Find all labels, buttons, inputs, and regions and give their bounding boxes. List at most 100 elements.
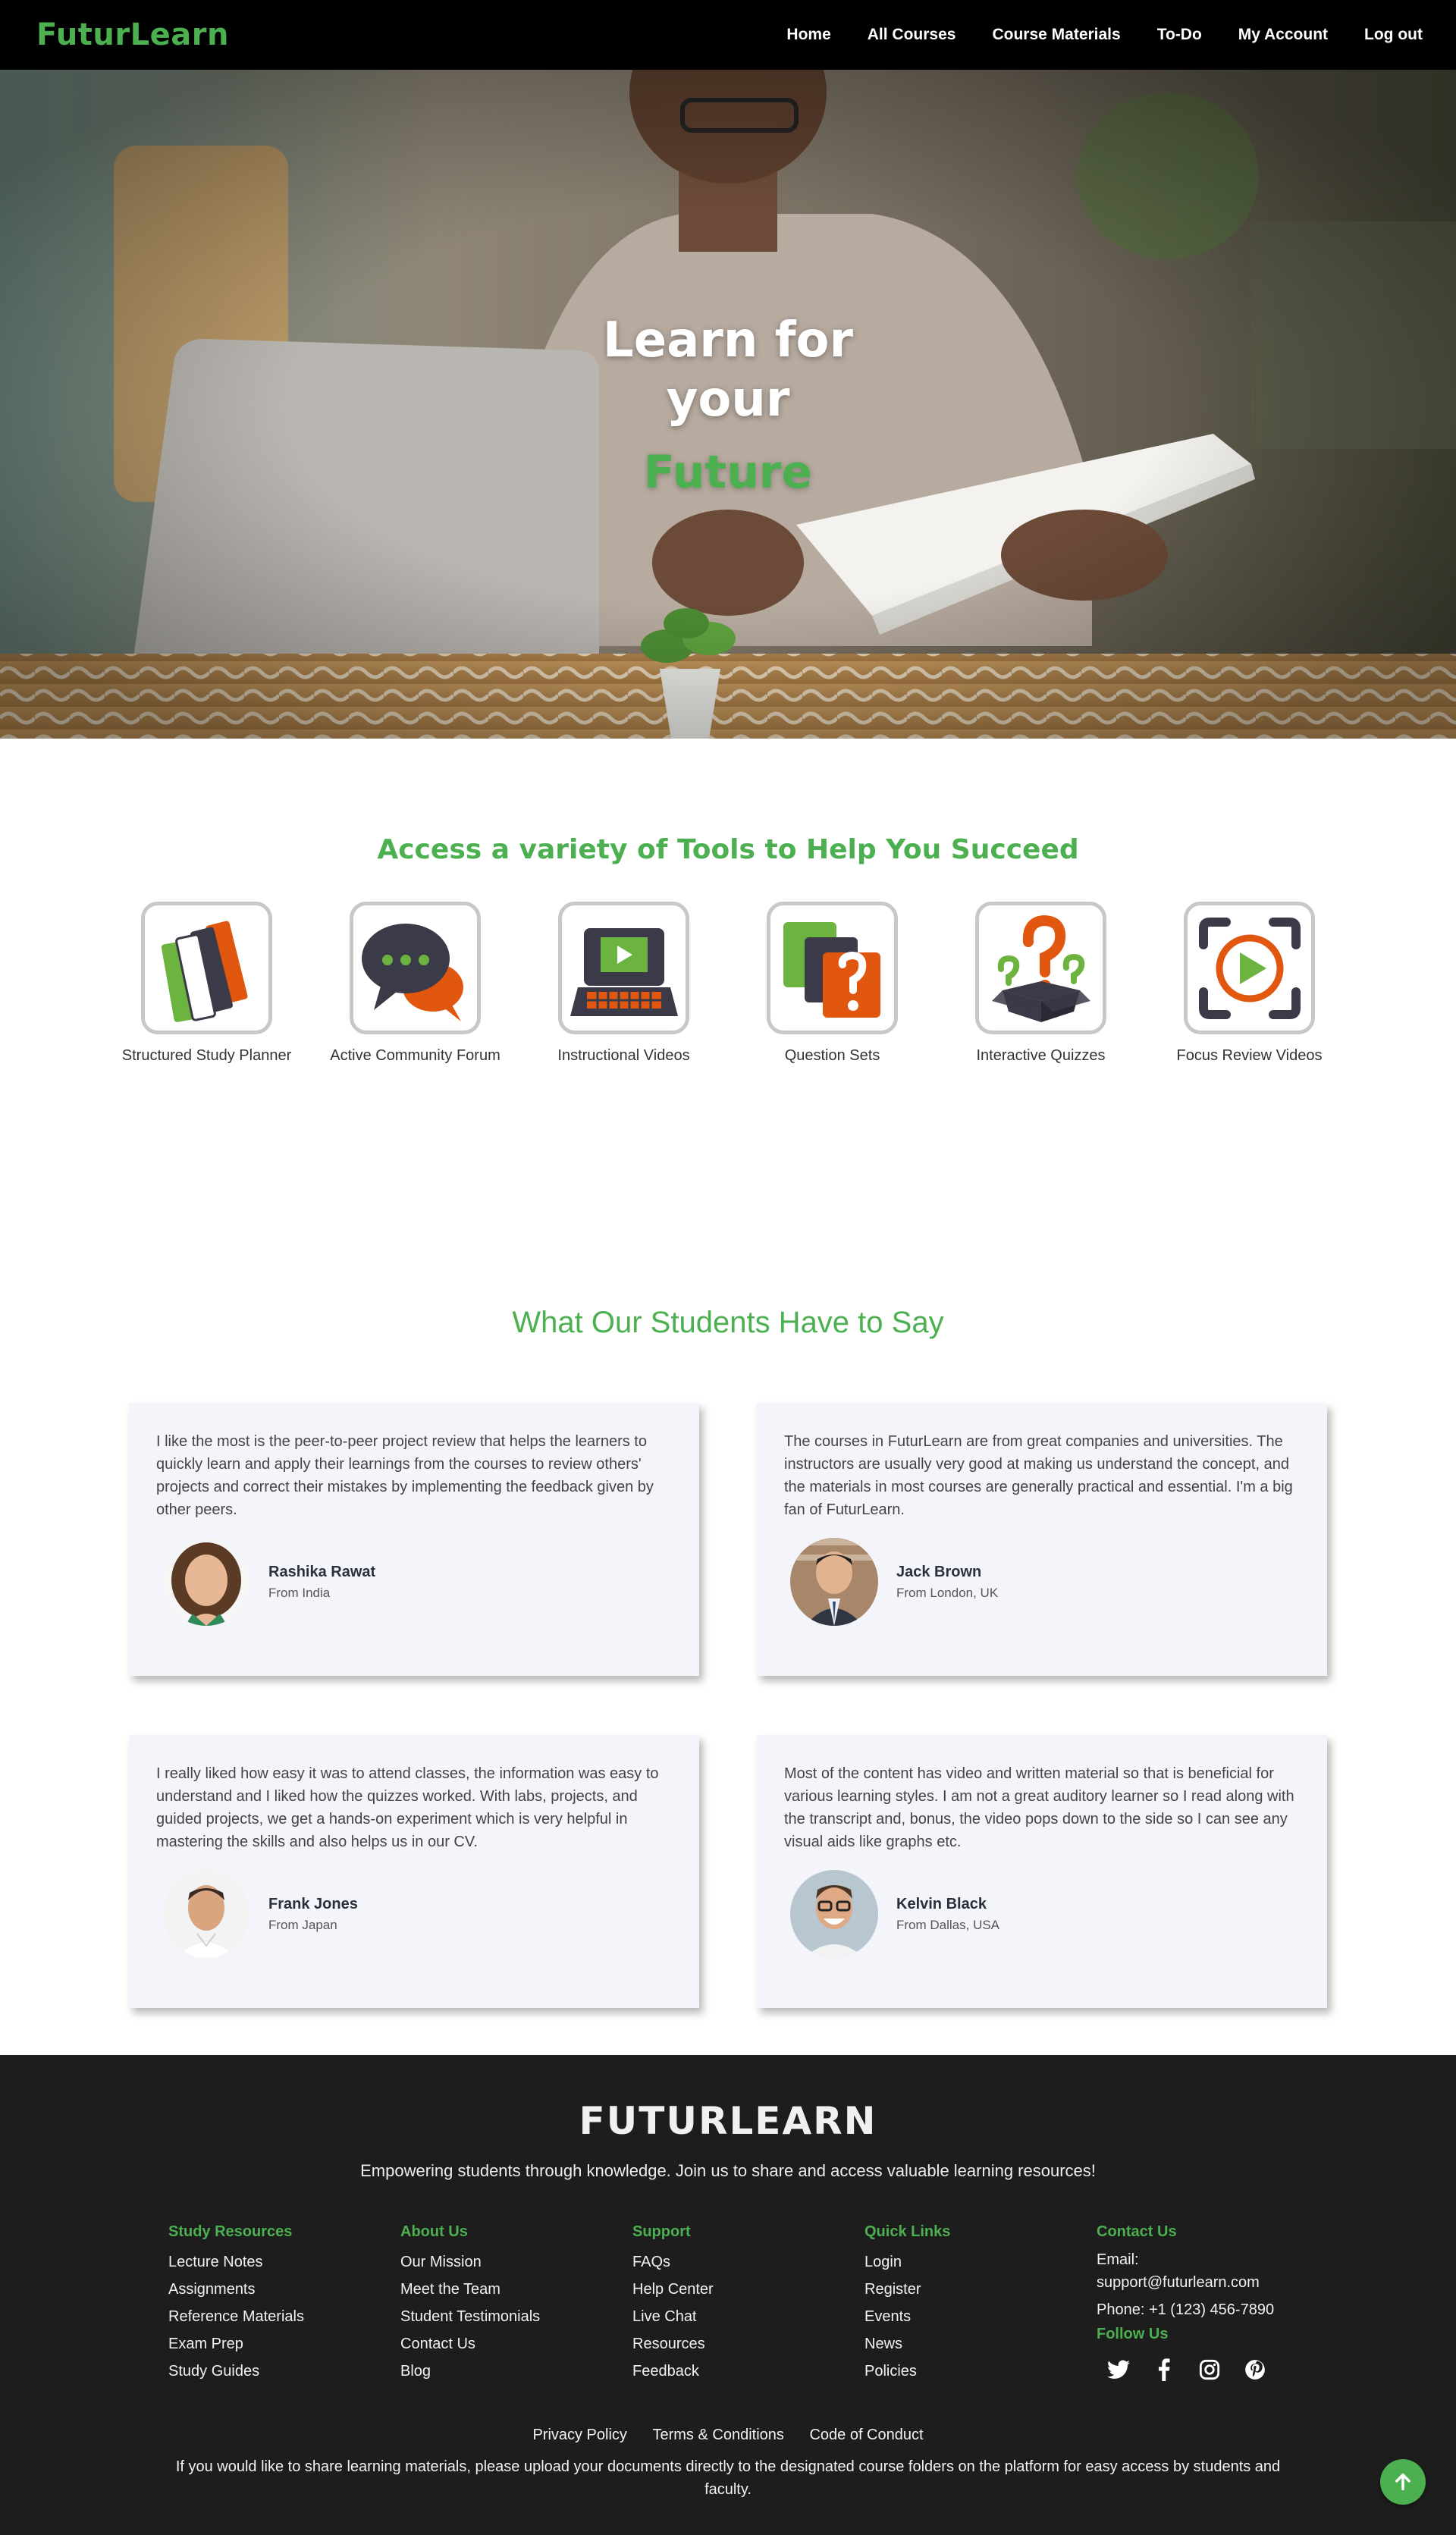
tool-label: Interactive Quizzes	[976, 1047, 1106, 1064]
footer-link[interactable]: Study Guides	[168, 2358, 400, 2385]
footer-link[interactable]: Login	[864, 2248, 1097, 2276]
footer-link[interactable]: Reference Materials	[168, 2303, 400, 2330]
author-name: Rashika Rawat	[268, 1563, 376, 1580]
nav-home[interactable]: Home	[786, 26, 830, 44]
testimonial-quote: I like the most is the peer-to-peer proj…	[156, 1433, 654, 1518]
testimonial-card: I really liked how easy it was to attend…	[129, 1735, 699, 2008]
footer-link[interactable]: Our Mission	[400, 2248, 632, 2276]
footer-column-about-us: About Us Our Mission Meet the Team Stude…	[400, 2223, 632, 2385]
author-info: Frank Jones From Japan	[268, 1896, 358, 1933]
footer-link[interactable]: Feedback	[632, 2358, 864, 2385]
footer-link[interactable]: Resources	[632, 2330, 864, 2358]
footer-link[interactable]: FAQs	[632, 2248, 864, 2276]
author-name: Frank Jones	[268, 1895, 358, 1912]
arrow-up-icon	[1395, 2473, 1410, 2491]
testimonial-card: Most of the content has video and writte…	[757, 1735, 1327, 2008]
avatar	[790, 1870, 878, 1958]
tool-question-sets[interactable]: Question Sets	[767, 902, 898, 1067]
laptop-video-icon	[570, 927, 678, 1016]
tool-interactive-quizzes[interactable]: Interactive Quizzes	[975, 902, 1106, 1067]
tool-label: Focus Review Videos	[1176, 1047, 1323, 1064]
testimonial-quote: The courses in FuturLearn are from great…	[784, 1433, 1293, 1518]
footer-link[interactable]: Blog	[400, 2358, 632, 2385]
author-name: Kelvin Black	[896, 1895, 987, 1912]
footer-columns: Study Resources Lecture Notes Assignment…	[168, 2223, 1329, 2385]
tool-icon-frame	[975, 902, 1106, 1034]
terms-conditions-link[interactable]: Terms & Conditions	[652, 2427, 783, 2443]
footer-link[interactable]: Events	[864, 2303, 1097, 2330]
back-to-top-button[interactable]	[1380, 2459, 1426, 2505]
author-info: Kelvin Black From Dallas, USA	[896, 1896, 999, 1933]
footer-column-study-resources: Study Resources Lecture Notes Assignment…	[168, 2223, 400, 2385]
tool-instructional-videos[interactable]: Instructional Videos	[557, 902, 690, 1067]
code-of-conduct-link[interactable]: Code of Conduct	[809, 2427, 923, 2443]
tool-label: Question Sets	[784, 1047, 880, 1064]
testimonial-quote: I really liked how easy it was to attend…	[156, 1765, 659, 1850]
footer-link[interactable]: Lecture Notes	[168, 2248, 400, 2276]
footer-link[interactable]: Assignments	[168, 2276, 400, 2303]
hero-banner: Learn for your Future	[0, 70, 1456, 739]
testimonial-author: Frank Jones From Japan	[162, 1870, 672, 1958]
author-location: From London, UK	[896, 1585, 999, 1600]
nav-links: Home All Courses Course Materials To-Do …	[786, 26, 1423, 44]
footer-column-title: Contact Us	[1097, 2223, 1177, 2240]
footer-tagline: Empowering students through knowledge. J…	[360, 2161, 1096, 2180]
footer-link[interactable]: Help Center	[632, 2276, 864, 2303]
footer-link[interactable]: Register	[864, 2276, 1097, 2303]
author-info: Jack Brown From London, UK	[896, 1564, 998, 1601]
follow-us-title: Follow Us	[1097, 2326, 1169, 2342]
tool-icon-frame	[141, 902, 272, 1034]
footer-link[interactable]: Live Chat	[632, 2303, 864, 2330]
instagram-icon[interactable]	[1197, 2357, 1222, 2383]
testimonials-title: What Our Students Have to Say	[512, 1306, 944, 1339]
tool-icon-frame	[1184, 902, 1315, 1034]
footer-link[interactable]: News	[864, 2330, 1097, 2358]
testimonial-author: Kelvin Black From Dallas, USA	[790, 1870, 1300, 1958]
hero-line-2: your	[666, 372, 790, 428]
footer-link[interactable]: Policies	[864, 2358, 1097, 2385]
question-box-icon	[991, 915, 1090, 1022]
tool-focus-review-videos[interactable]: Focus Review Videos	[1177, 902, 1322, 1067]
footer-column-title: Study Resources	[168, 2223, 293, 2240]
pinterest-icon[interactable]	[1242, 2357, 1268, 2383]
tool-label: Structured Study Planner	[121, 1047, 292, 1064]
books-icon	[161, 921, 247, 1022]
contact-phone: Phone: +1 (123) 456-7890	[1097, 2301, 1275, 2318]
nav-log-out[interactable]: Log out	[1364, 26, 1423, 44]
footer-column-quick-links: Quick Links Login Register Events News P…	[864, 2223, 1097, 2385]
contact-email[interactable]: support@futurlearn.com	[1097, 2271, 1329, 2294]
testimonial-card: The courses in FuturLearn are from great…	[757, 1403, 1327, 1676]
footer: FUTURLEARN Empowering students through k…	[0, 2055, 1456, 2535]
nav-to-do[interactable]: To-Do	[1157, 26, 1202, 44]
privacy-policy-link[interactable]: Privacy Policy	[532, 2427, 626, 2443]
facebook-icon[interactable]	[1151, 2357, 1177, 2383]
nav-all-courses[interactable]: All Courses	[868, 26, 956, 44]
question-cards-icon	[783, 921, 880, 1018]
footer-link[interactable]: Student Testimonials	[400, 2303, 632, 2330]
footer-link[interactable]: Exam Prep	[168, 2330, 400, 2358]
hero-headline: Learn for your Future	[0, 311, 1456, 499]
social-links	[1106, 2357, 1329, 2383]
nav-my-account[interactable]: My Account	[1238, 26, 1328, 44]
footer-note: If you would like to share learning mate…	[175, 2458, 1281, 2498]
hero-accent: Future	[643, 446, 813, 499]
nav-course-materials[interactable]: Course Materials	[992, 26, 1120, 44]
brand-logo[interactable]: FuturLearn	[36, 17, 229, 52]
avatar	[790, 1538, 878, 1626]
avatar	[162, 1870, 250, 1958]
tool-icon-frame	[558, 902, 689, 1034]
footer-link[interactable]: Contact Us	[400, 2330, 632, 2358]
tool-active-community-forum[interactable]: Active Community Forum	[330, 902, 500, 1067]
tools-row: Structured Study Planner Active Communit…	[0, 902, 1456, 1067]
tool-icon-frame	[767, 902, 898, 1034]
tools-title: Access a variety of Tools to Help You Su…	[377, 834, 1079, 865]
footer-link[interactable]: Meet the Team	[400, 2276, 632, 2303]
tool-structured-study-planner[interactable]: Structured Study Planner	[122, 902, 291, 1067]
tools-section: Access a variety of Tools to Help You Su…	[0, 834, 1456, 1067]
contact-email-label: Email:	[1097, 2251, 1139, 2268]
footer-column-support: Support FAQs Help Center Live Chat Resou…	[632, 2223, 864, 2385]
twitter-icon[interactable]	[1106, 2357, 1131, 2383]
legal-links: Privacy Policy Terms & Conditions Code o…	[0, 2427, 1456, 2444]
navbar: FuturLearn Home All Courses Course Mater…	[0, 0, 1456, 70]
author-info: Rashika Rawat From India	[268, 1564, 375, 1601]
